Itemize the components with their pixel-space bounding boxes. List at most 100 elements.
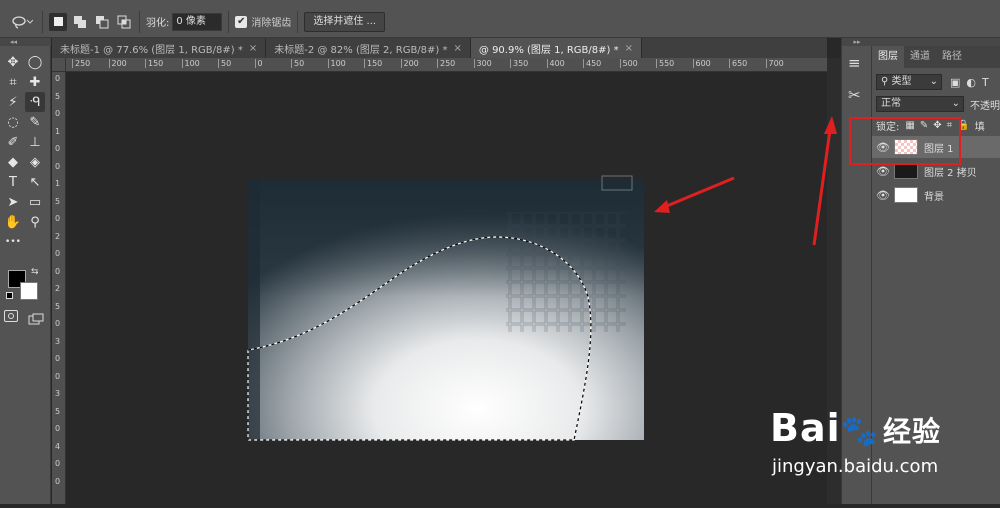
ruler-tick-label: 600	[692, 59, 711, 68]
watermark-bai: Bai	[770, 406, 841, 450]
type-filter-icon[interactable]: T	[982, 76, 989, 89]
ruler-tick-label: 50	[218, 59, 231, 68]
blend-mode-select[interactable]: 正常 ⌄	[876, 96, 964, 112]
antialias-label: 消除锯齿	[251, 18, 292, 29]
visibility-eye-icon[interactable]: 👁	[872, 189, 894, 202]
paint-bucket-tool[interactable]: ◈	[25, 152, 45, 172]
lasso-tool[interactable]: ᑴ	[25, 92, 45, 112]
tab-paths[interactable]: 路径	[936, 46, 968, 68]
move-tool[interactable]: ✥	[3, 52, 23, 72]
intersect-selection-button[interactable]	[115, 13, 133, 31]
feather-input[interactable]: 0 像素	[172, 12, 223, 31]
ruler-tick-label: 2	[55, 284, 61, 293]
separator	[297, 10, 299, 33]
close-icon[interactable]: ×	[454, 43, 462, 54]
ruler-tick-label: 0	[55, 459, 61, 468]
image-layer	[248, 175, 644, 440]
panel-tabs: 图层 通道 路径	[872, 46, 1000, 68]
separator	[228, 10, 230, 33]
ruler-tick-label: 650	[729, 59, 747, 68]
close-icon[interactable]: ×	[249, 43, 257, 54]
hand-tool[interactable]: ✋	[3, 212, 23, 232]
magic-wand-tool[interactable]: ⚡	[3, 92, 23, 112]
close-icon[interactable]: ×	[625, 43, 633, 54]
eraser-tool[interactable]: ◆	[3, 152, 23, 172]
subtract-selection-icon	[96, 15, 109, 28]
eyedropper-icon: ✎	[29, 114, 41, 130]
adjustments-icon[interactable]: ✂	[848, 86, 861, 104]
rectangle-tool[interactable]: ▭	[25, 192, 45, 212]
ruler-tick-label: 400	[546, 59, 565, 68]
tab-channels[interactable]: 通道	[904, 46, 936, 68]
watermark-url: jingyan.baidu.com	[772, 456, 939, 477]
quick-select-tool[interactable]: ◌	[3, 112, 23, 132]
brush-tool[interactable]: ✐	[3, 132, 23, 152]
ruler-tick-label: 250	[437, 59, 455, 68]
panel-collapse-icon[interactable]: ▸▸	[842, 38, 872, 46]
type-icon: T	[9, 174, 17, 190]
pixel-filter-icon[interactable]: ▣	[950, 76, 960, 89]
canvas-area[interactable]	[66, 72, 827, 504]
antialias-checkbox[interactable]: ✔	[235, 15, 248, 28]
filter-select[interactable]: ⚲ 类型 ⌄	[876, 74, 942, 90]
layer-name: 背景	[924, 191, 944, 203]
properties-icon[interactable]: ≡	[848, 54, 861, 72]
healing-tool[interactable]: ✚	[25, 72, 45, 92]
intersect-selection-icon	[117, 15, 131, 28]
watermark-logo: Bai🐾 经验	[770, 406, 941, 450]
ruler-tick-label: 100	[181, 59, 200, 68]
ruler-tick-label: 0	[55, 144, 61, 153]
ruler-tick-label: 300	[473, 59, 492, 68]
annotation-box	[849, 117, 961, 165]
tools-panel: ◂◂ ✥ ◯ ⌗ ✚ ⚡ ᑴ ◌ ✎ ✐ ⊥ ◆ ◈ T ↖ ➤ ▭ ✋ ⚲ ••• ⇆	[0, 38, 51, 504]
default-colors-icon[interactable]	[6, 292, 13, 299]
zoom-tool[interactable]: ⚲	[25, 212, 45, 232]
tab-document-1[interactable]: 未标题-1 @ 77.6% (图层 1, RGB/8#) * ×	[52, 38, 267, 58]
move-icon: ✥	[7, 54, 19, 70]
panel-collapse-icon[interactable]: ◂◂	[0, 38, 51, 46]
tab-document-2[interactable]: 未标题-2 @ 82% (图层 2, RGB/8#) * ×	[266, 38, 471, 58]
panel-header	[872, 38, 1000, 46]
baidu-watermark: Bai🐾 经验 jingyan.baidu.com	[770, 404, 1000, 504]
subtract-selection-button[interactable]	[93, 13, 111, 31]
more-tools[interactable]: •••	[3, 232, 23, 252]
document-tabs: 未标题-1 @ 77.6% (图层 1, RGB/8#) * × 未标题-2 @ …	[52, 38, 827, 58]
layer-thumbnail	[894, 163, 918, 179]
path-select-tool[interactable]: ↖	[25, 172, 45, 192]
chevron-down-icon: ⌄	[929, 76, 938, 87]
crop-tool[interactable]: ⌗	[3, 72, 23, 92]
stamp-tool[interactable]: ⊥	[25, 132, 45, 152]
ruler-tick-label: 0	[55, 74, 61, 83]
ruler-tick-label: 350	[510, 59, 528, 68]
add-selection-button[interactable]	[71, 13, 89, 31]
ruler-corner	[52, 58, 66, 72]
eyedropper-tool[interactable]: ✎	[25, 112, 45, 132]
background-color-swatch[interactable]	[20, 282, 38, 300]
ruler-tick-label: 3	[55, 336, 61, 346]
quick-mask-icon[interactable]	[4, 310, 18, 322]
tab-layers[interactable]: 图层	[872, 46, 904, 68]
horizontal-ruler: 250 200 150 100 50 0 50 100 150 200 250 300 350 400 45…	[66, 58, 827, 72]
type-tool[interactable]: T	[3, 172, 23, 192]
direct-select-tool[interactable]: ➤	[3, 192, 23, 212]
tab-label: 未标题-2 @ 82% (图层 2, RGB/8#) *	[274, 44, 448, 56]
new-selection-button[interactable]	[49, 12, 67, 31]
filter-row: ⚲ 类型 ⌄ ▣ ◐ T	[876, 74, 1000, 90]
swap-colors-icon[interactable]: ⇆	[31, 267, 39, 277]
ruler-tick-label: 100	[327, 59, 346, 68]
select-and-mask-button[interactable]: 选择并遮住 ...	[304, 11, 386, 32]
lasso-preset-picker[interactable]	[8, 12, 36, 32]
tab-document-3[interactable]: @ 90.9% (图层 1, RGB/8#) * ×	[470, 38, 642, 58]
layer-row-background[interactable]: 👁 背景	[872, 184, 1000, 206]
lasso-icon	[12, 15, 33, 29]
adjustment-filter-icon[interactable]: ◐	[966, 76, 976, 89]
screen-mode-icon[interactable]	[28, 310, 44, 325]
document-canvas[interactable]	[66, 72, 827, 504]
ruler-tick-label: 0	[55, 424, 61, 433]
visibility-eye-icon[interactable]: 👁	[872, 165, 894, 178]
bandage-icon: ✚	[29, 74, 41, 90]
marquee-tool[interactable]: ◯	[25, 52, 45, 72]
ruler-tick-label: 0	[55, 371, 61, 381]
paint-bucket-icon: ◈	[30, 154, 40, 170]
crop-icon: ⌗	[9, 74, 17, 90]
